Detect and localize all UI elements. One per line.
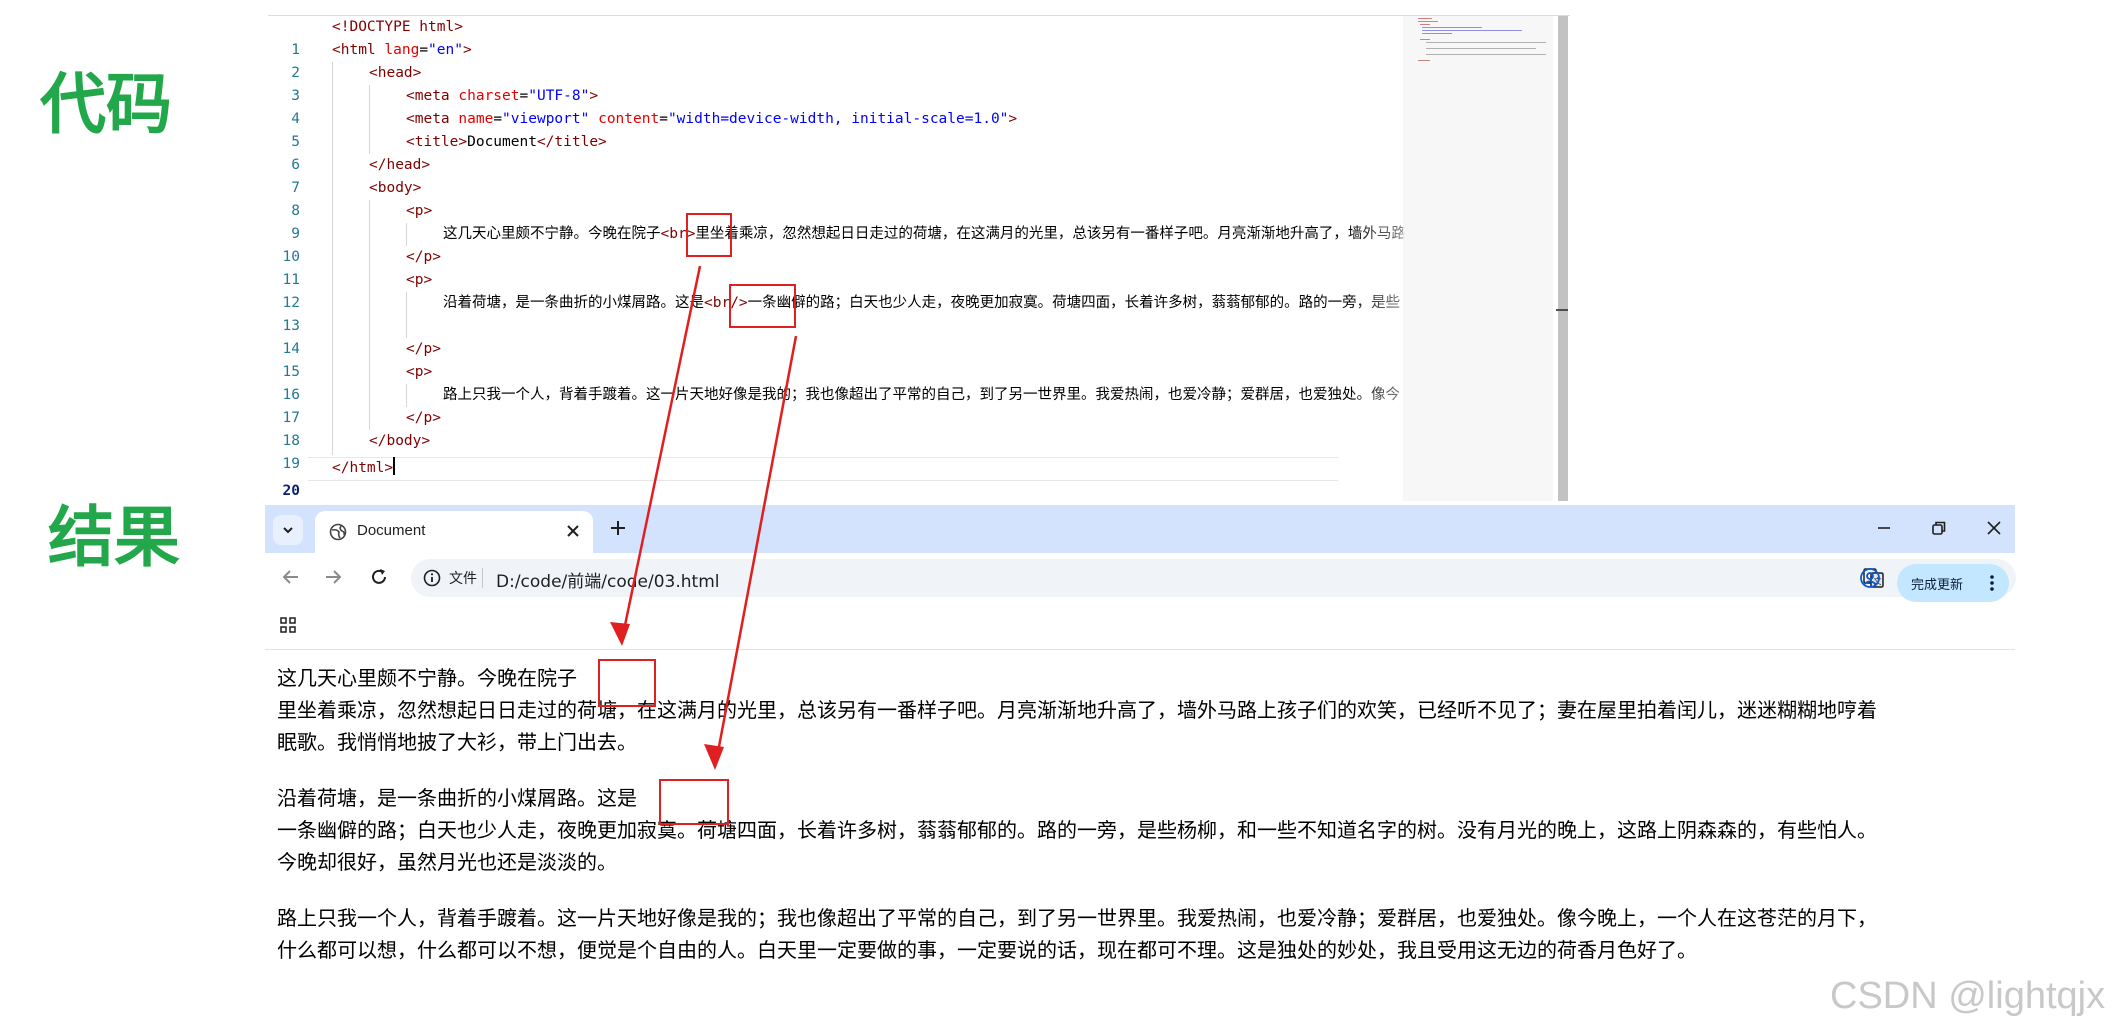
code-token: 一条幽僻的路；白天也少人走，夜晚更加寂寞。荷塘四面，长着许多树，蓊蓊郁郁的。路的…: [747, 295, 1401, 311]
code-token: lang: [384, 42, 420, 58]
navigation-bar: 文件 D:/code/前端/code/03.html G文 完成更新: [265, 553, 2016, 603]
br-slash-highlight-box: [729, 284, 796, 328]
paragraph-line: 什么都可以想，什么都可以不想，便觉是个自由的人。白天里一定要做的事，一定要说的话…: [277, 938, 1697, 962]
code-token: </html>: [332, 460, 394, 476]
paragraph-line: 眠歌。我悄悄地披了大衫，带上门出去。: [277, 730, 637, 754]
code-token: 里坐着乘凉，忽然想起日日走过的荷塘，在这满月的光里，总该另有一番样子吧。月亮渐渐…: [695, 226, 1406, 242]
code-token: =: [659, 111, 668, 127]
code-token: 这几天心里颇不宁静。今晚在院子: [443, 226, 661, 242]
code-token: </p>: [406, 249, 441, 265]
code-token: =: [519, 88, 529, 104]
tab-search-button[interactable]: [273, 515, 303, 545]
code-token: <html: [332, 42, 385, 58]
paragraph-2: 沿着荷塘，是一条曲折的小煤屑路。这是 一条幽僻的路；白天也少人走，夜晚更加寂寞。…: [277, 782, 1997, 878]
more-icon[interactable]: [1989, 574, 1995, 592]
omnibox-divider: [482, 568, 483, 588]
code-token: <p>: [406, 272, 433, 288]
tab-search-icon: [283, 527, 293, 534]
watermark: CSDN @lightqjx: [1830, 975, 2106, 1017]
rendered-break-box-2: [659, 779, 729, 825]
code-token: <p>: [406, 203, 433, 219]
file-scheme-label: 文件: [449, 571, 477, 587]
code-token: </p>: [406, 341, 441, 357]
code-token: "en": [428, 42, 463, 58]
page-content: 这几天心里颇不宁静。今晚在院子 里坐着乘凉，忽然想起日日走过的荷塘，在这满月的光…: [265, 650, 2015, 1015]
minimize-icon[interactable]: [1875, 519, 1893, 537]
code-token: <body>: [369, 180, 422, 196]
text-cursor: [393, 457, 396, 475]
close-icon[interactable]: [565, 523, 581, 539]
forward-icon[interactable]: [323, 567, 343, 587]
info-icon[interactable]: [423, 569, 441, 587]
update-button-label: 完成更新: [1911, 578, 1964, 593]
window-close-icon[interactable]: [1985, 519, 2003, 537]
code-token: </body>: [369, 433, 431, 449]
paragraph-line: 这几天心里颇不宁静。今晚在院子: [277, 666, 577, 690]
code-token: <title>: [406, 134, 468, 150]
globe-icon: [329, 523, 347, 541]
paragraph-line: 今晚却很好，虽然月光也还是淡淡的。: [277, 850, 617, 874]
back-icon[interactable]: [281, 567, 301, 587]
paragraph-1: 这几天心里颇不宁静。今晚在院子 里坐着乘凉，忽然想起日日走过的荷塘，在这满月的光…: [277, 662, 1997, 758]
rendered-break-box-1: [598, 659, 656, 707]
restore-icon[interactable]: [1930, 519, 1948, 537]
br-highlight-box: [686, 213, 732, 257]
code-token: 沿着荷塘，是一条曲折的小煤屑路。这是: [443, 295, 704, 311]
scrollbar-marker: [1556, 309, 1568, 311]
code-token: "UTF-8": [528, 88, 590, 104]
reload-icon[interactable]: [369, 567, 389, 587]
code-token: =: [493, 111, 503, 127]
code-token: </title>: [536, 134, 607, 150]
paragraph-line: 沿着荷塘，是一条曲折的小煤屑路。这是: [277, 786, 637, 810]
paragraph-line: 里坐着乘凉，忽然想起日日走过的荷塘，在这满月的光里，总该另有一番样子吧。月亮渐渐…: [277, 698, 1877, 722]
tab-title: Document: [357, 522, 426, 539]
code-label: 代码: [40, 66, 172, 143]
paragraph-line: 路上只我一个人，背着手踱着。这一片天地好像是我的；我也像超出了平常的自己，到了另…: [277, 906, 1877, 930]
editor-scrollbar[interactable]: [1558, 16, 1568, 501]
code-token: >: [1008, 111, 1018, 127]
address-bar[interactable]: 文件 D:/code/前端/code/03.html G文: [411, 559, 2016, 597]
paragraph-3: 路上只我一个人，背着手踱着。这一片天地好像是我的；我也像超出了平常的自己，到了另…: [277, 902, 1997, 966]
update-button[interactable]: 完成更新: [1897, 564, 2009, 602]
code-token: <head>: [369, 65, 422, 81]
paragraph-line: 一条幽僻的路；白天也少人走，夜晚更加寂寞。荷塘四面，长着许多树，蓊蓊郁郁的。路的…: [277, 818, 1877, 842]
code-editor[interactable]: 1 <!DOCTYPE html> 2 <html lang="en"> 3 <…: [268, 15, 1570, 501]
profile-icon[interactable]: [1859, 567, 1881, 589]
url-text[interactable]: D:/code/前端/code/03.html: [496, 567, 719, 592]
code-token: "width=device-width, initial-scale=1.0": [667, 111, 1009, 127]
code-token: 路上只我一个人，背着手踱着。这一片天地好像是我的；我也像超出了平常的自己，到了另…: [443, 387, 1400, 403]
result-label: 结果: [48, 499, 180, 576]
apps-icon[interactable]: [279, 616, 297, 634]
code-token: charset: [458, 88, 520, 104]
line-number: 20: [282, 483, 300, 499]
minimap[interactable]: [1403, 16, 1553, 501]
bookmark-bar: [265, 603, 2015, 650]
code-token: <!DOCTYPE html>: [332, 19, 463, 35]
code-token: name: [458, 111, 494, 127]
code-token: Document: [467, 134, 537, 150]
code-token: content: [598, 111, 660, 127]
code-token: <p>: [406, 364, 433, 380]
code-token: </p>: [406, 410, 441, 426]
code-token: </head>: [369, 157, 431, 173]
code-token: <meta: [406, 88, 459, 104]
code-token: >: [462, 42, 472, 58]
tab-bar: Document: [265, 505, 2015, 553]
tab-document[interactable]: Document: [315, 511, 593, 553]
code-token: <meta: [406, 111, 459, 127]
code-token: >: [589, 88, 599, 104]
code-token: =: [419, 42, 429, 58]
code-token: "viewport": [502, 111, 590, 127]
new-tab-icon[interactable]: [609, 519, 627, 537]
browser-window: Document 文件 D:/code/前端/code/03.html G文 完…: [265, 505, 2016, 1015]
